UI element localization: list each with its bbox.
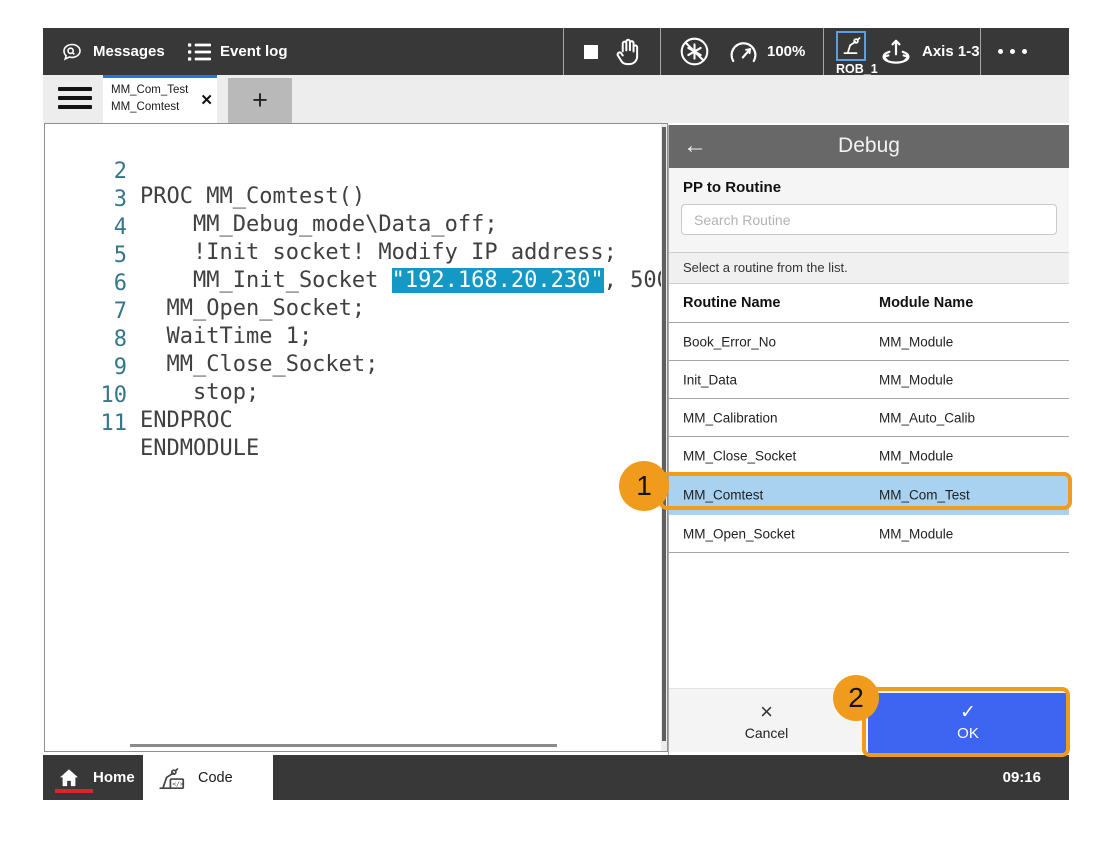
motors-off-icon (678, 35, 711, 68)
table-row[interactable]: MM_Calibration MM_Auto_Calib (669, 399, 1069, 437)
svg-text:</>: </> (172, 780, 184, 788)
code-line: 6 MM_Open_Socket; (45, 246, 667, 274)
table-row[interactable]: Init_Data MM_Module (669, 361, 1069, 399)
code-line: 10 ENDPROC (45, 358, 667, 386)
rob1-selector[interactable]: ROB_1 (836, 31, 866, 76)
routine-name-column-header: Routine Name (683, 295, 781, 311)
code-text: ENDMODULE (140, 436, 259, 461)
tab-module-label: MM_Com_Test (111, 84, 188, 96)
clock: 09:16 (1003, 755, 1041, 800)
module-name-cell: MM_Module (879, 372, 953, 387)
ok-label: OK (957, 725, 979, 742)
code-line: 3 MM_Debug_mode\Data_off; (45, 162, 667, 190)
code-line: 11 ENDMODULE (45, 386, 667, 414)
scrollbar-thumb[interactable] (662, 127, 666, 741)
tab-mm-comtest[interactable]: MM_Com_Test MM_Comtest ✕ (103, 75, 217, 123)
speed-indicator[interactable]: 100% (727, 28, 805, 75)
code-line: 4 !Init socket! Modify IP address; (45, 190, 667, 218)
hamburger-icon (58, 87, 92, 109)
table-row[interactable]: Book_Error_No MM_Module (669, 323, 1069, 361)
table-row[interactable]: MM_Open_Socket MM_Module (669, 515, 1069, 553)
vertical-scrollbar[interactable] (661, 124, 667, 751)
toolbar-divider (980, 28, 981, 75)
speedometer-icon (727, 37, 760, 66)
debug-panel: ← Debug PP to Routine Select a routine f… (668, 125, 1069, 755)
tab-close-button[interactable]: ✕ (200, 91, 213, 109)
code-line: 5 MM_Init_Socket "192.168.20.230", 500 (45, 218, 667, 246)
cancel-x-icon: × (760, 702, 773, 722)
task-bar: Home </> Code 09:16 (43, 755, 1069, 800)
robot-icon (836, 31, 866, 61)
module-name-column-header: Module Name (879, 295, 973, 311)
motors-off-indicator[interactable] (678, 28, 711, 75)
routine-name-cell: Book_Error_No (683, 334, 776, 349)
eventlog-list-icon (188, 41, 211, 63)
routine-table: Routine Name Module Name Book_Error_No M… (669, 284, 1069, 553)
code-tab-label: Code (198, 770, 233, 786)
home-active-indicator (55, 789, 93, 793)
tab-routine-label: MM_Comtest (111, 101, 179, 113)
routine-name-cell: MM_Close_Socket (683, 448, 796, 463)
step-1-badge: 1 (619, 461, 669, 511)
table-row-selected[interactable]: MM_Comtest MM_Com_Test (669, 475, 1069, 515)
table-row[interactable]: MM_Close_Socket MM_Module (669, 437, 1069, 475)
axis-selector[interactable]: Axis 1-3 (878, 28, 980, 75)
messages-icon (60, 40, 84, 64)
ok-button[interactable]: ✓ OK (868, 693, 1068, 753)
code-editor[interactable]: 2 PROC MM_Comtest() 3 MM_Debug_mode\Data… (44, 123, 668, 752)
debug-panel-title: Debug (669, 134, 1069, 158)
axis-rotate-icon (878, 35, 914, 68)
menu-button[interactable] (58, 87, 92, 114)
messages-label: Messages (93, 43, 165, 60)
ellipsis-icon (998, 49, 1027, 54)
code-line: 9 stop; (45, 330, 667, 358)
routine-search-input[interactable] (681, 204, 1057, 235)
speed-value: 100% (767, 43, 805, 60)
code-line: 2 PROC MM_Comtest() (45, 134, 667, 162)
module-name-cell: MM_Module (879, 334, 953, 349)
pp-to-routine-title: PP to Routine (683, 179, 781, 196)
robot-code-icon: </> (157, 764, 187, 792)
axis-label: Axis 1-3 (922, 43, 980, 60)
code-line: 8 MM_Close_Socket; (45, 302, 667, 330)
new-tab-button[interactable]: + (228, 78, 292, 123)
line-number: 11 (55, 411, 127, 436)
stop-icon (584, 45, 598, 59)
check-icon: ✓ (960, 704, 976, 722)
home-label: Home (93, 769, 135, 786)
cancel-label: Cancel (745, 725, 789, 741)
toolbar-divider (660, 28, 661, 75)
routine-name-cell: Init_Data (683, 372, 737, 387)
module-name-cell: MM_Auto_Calib (879, 410, 975, 425)
more-button[interactable] (998, 28, 1027, 75)
home-icon (58, 768, 80, 788)
toolbar-divider (823, 28, 824, 75)
eventlog-button[interactable]: Event log (188, 28, 288, 75)
pp-to-routine-section: PP to Routine (669, 168, 1069, 252)
routine-name-cell: MM_Comtest (683, 488, 763, 503)
module-name-cell: MM_Com_Test (879, 488, 970, 503)
code-tab[interactable]: </> Code (143, 755, 273, 800)
jog-hand-button[interactable] (612, 28, 646, 75)
horizontal-scrollbar[interactable] (130, 744, 557, 747)
routine-name-cell: MM_Calibration (683, 410, 778, 425)
hint-text: Select a routine from the list. (669, 252, 1069, 284)
eventlog-label: Event log (220, 43, 288, 60)
messages-button[interactable]: Messages (60, 28, 165, 75)
routine-name-cell: MM_Open_Socket (683, 526, 795, 541)
toolbar-divider (563, 28, 564, 75)
step-2-badge: 2 (833, 675, 879, 721)
module-name-cell: MM_Module (879, 526, 953, 541)
module-name-cell: MM_Module (879, 448, 953, 463)
routine-table-header: Routine Name Module Name (669, 284, 1069, 323)
code-line: 7 WaitTime 1; (45, 274, 667, 302)
stop-button[interactable] (584, 28, 598, 75)
rob1-label: ROB_1 (836, 62, 866, 76)
debug-panel-header: ← Debug (669, 125, 1069, 168)
home-button[interactable]: Home (58, 755, 135, 800)
hand-icon (612, 36, 646, 68)
